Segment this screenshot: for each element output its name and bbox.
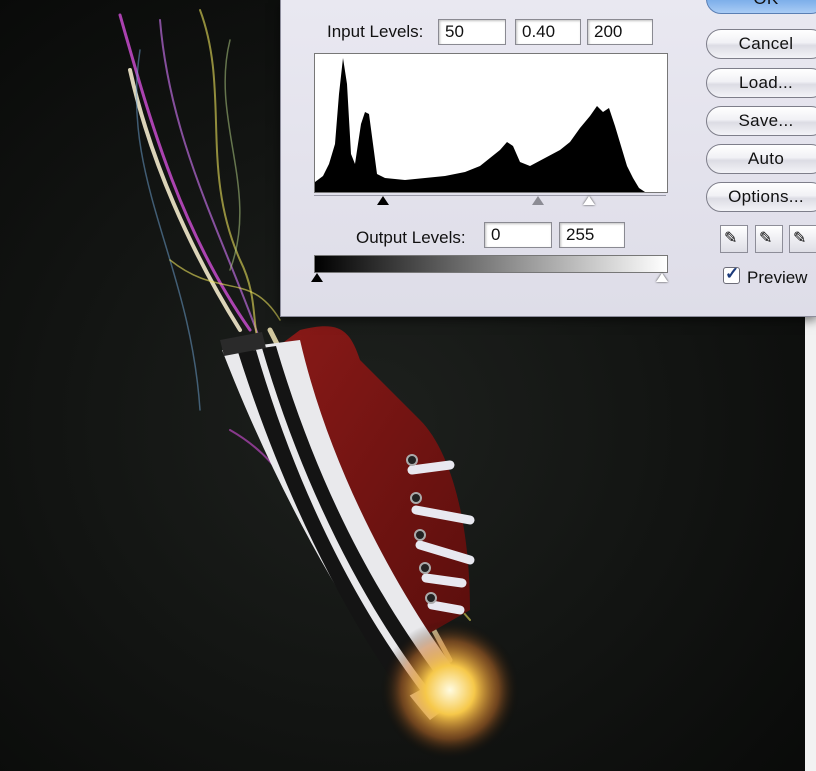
white-output-slider[interactable] — [656, 273, 668, 282]
input-black-field[interactable] — [438, 19, 506, 45]
output-gradient — [314, 255, 668, 273]
preview-checkbox[interactable]: ✓ — [723, 264, 740, 284]
histogram-graph — [315, 58, 645, 192]
histogram — [314, 53, 668, 193]
input-gamma-field[interactable] — [515, 19, 581, 45]
output-levels-label: Output Levels: — [356, 228, 466, 247]
white-point-eyedropper[interactable]: ✎ — [789, 225, 816, 253]
black-output-slider[interactable] — [311, 273, 323, 282]
auto-button[interactable]: Auto — [706, 144, 816, 174]
levels-dialog: Input Levels: Output Levels: OK Cancel L… — [280, 0, 816, 317]
black-point-eyedropper[interactable]: ✎ — [720, 225, 748, 253]
white-point-eyedropper-icon: ✎ — [793, 230, 807, 247]
input-slider-track — [314, 195, 666, 196]
gamma-input-slider[interactable] — [532, 196, 544, 205]
gray-point-eyedropper[interactable]: ✎ — [755, 225, 783, 253]
checkmark-icon: ✓ — [725, 264, 740, 283]
load-button[interactable]: Load... — [706, 68, 816, 98]
preview-label: Preview — [747, 268, 808, 287]
save-button[interactable]: Save... — [706, 106, 816, 136]
white-input-slider[interactable] — [583, 196, 595, 205]
output-white-field[interactable] — [559, 222, 625, 248]
input-levels-label: Input Levels: — [327, 22, 424, 41]
input-white-field[interactable] — [587, 19, 653, 45]
black-input-slider[interactable] — [377, 196, 389, 205]
output-black-field[interactable] — [484, 222, 552, 248]
options-button[interactable]: Options... — [706, 182, 816, 212]
cancel-button[interactable]: Cancel — [706, 29, 816, 59]
black-point-eyedropper-icon: ✎ — [724, 230, 738, 247]
ok-button[interactable]: OK — [706, 0, 816, 14]
gray-point-eyedropper-icon: ✎ — [759, 230, 773, 247]
